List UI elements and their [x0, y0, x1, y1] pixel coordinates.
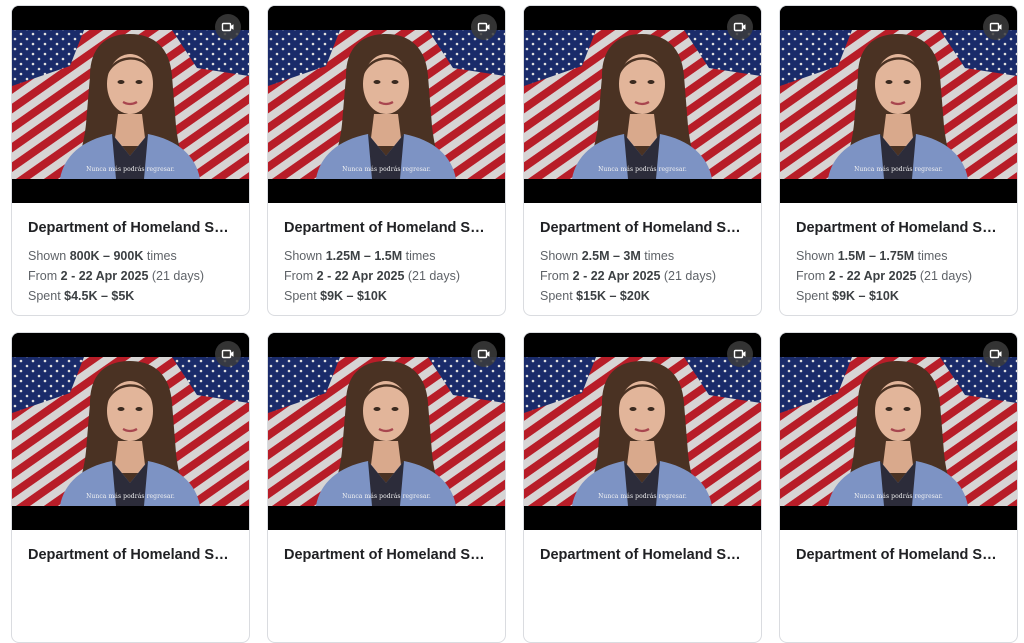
- spend-value: $4.5K – $5K: [64, 289, 135, 303]
- video-thumbnail[interactable]: Nunca más podrás regresar.: [524, 333, 761, 530]
- ad-card[interactable]: Nunca más podrás regresar. Department of…: [267, 332, 506, 643]
- video-subtitle: Nunca más podrás regresar.: [854, 166, 943, 173]
- ad-card-info: Department of Homeland Se...: [12, 530, 249, 563]
- impressions-value: 1.25M – 1.5M: [325, 249, 403, 263]
- ad-title: Department of Homeland Se...: [284, 547, 489, 563]
- video-icon: [727, 14, 753, 40]
- spend-line: Spent $9K – $10K: [284, 289, 387, 303]
- date-range-value: 2 - 22 Apr 2025: [572, 269, 661, 283]
- impressions-line: Shown 2.5M – 3M times: [540, 249, 675, 263]
- video-subtitle: Nunca más podrás regresar.: [598, 166, 687, 173]
- video-subtitle: Nunca más podrás regresar.: [86, 493, 175, 500]
- video-icon: [983, 341, 1009, 367]
- impressions-line: Shown 800K – 900K times: [28, 249, 177, 263]
- video-icon: [215, 341, 241, 367]
- thumbnail-scene: [524, 333, 761, 530]
- date-range-line: From 2 - 22 Apr 2025 (21 days): [796, 269, 973, 283]
- video-subtitle: Nunca más podrás regresar.: [86, 166, 175, 173]
- ad-title: Department of Homeland Se...: [796, 220, 1001, 236]
- video-thumbnail[interactable]: Nunca más podrás regresar.: [12, 333, 249, 530]
- thumbnail-scene: [12, 333, 249, 530]
- spend-value: $9K – $10K: [832, 289, 899, 303]
- ad-card-info: Department of Homeland Se... Shown 1.25M…: [268, 203, 505, 306]
- video-thumbnail[interactable]: Nunca más podrás regresar.: [268, 6, 505, 203]
- video-thumbnail[interactable]: Nunca más podrás regresar.: [780, 6, 1017, 203]
- impressions-line: Shown 1.5M – 1.75M times: [796, 249, 948, 263]
- ad-card-info: Department of Homeland Se... Shown 2.5M …: [524, 203, 761, 306]
- thumbnail-scene: [12, 6, 249, 203]
- ad-card-grid: Nunca más podrás regresar. Department of…: [11, 5, 1018, 643]
- ad-card[interactable]: Nunca más podrás regresar. Department of…: [11, 5, 250, 316]
- video-thumbnail[interactable]: Nunca más podrás regresar.: [780, 333, 1017, 530]
- video-subtitle: Nunca más podrás regresar.: [342, 493, 431, 500]
- ad-card[interactable]: Nunca más podrás regresar. Department of…: [523, 332, 762, 643]
- ad-card-info: Department of Homeland Se... Shown 1.5M …: [780, 203, 1017, 306]
- ad-card-info: Department of Homeland Se...: [268, 530, 505, 563]
- video-subtitle: Nunca más podrás regresar.: [342, 166, 431, 173]
- spend-line: Spent $4.5K – $5K: [28, 289, 135, 303]
- date-range-line: From 2 - 22 Apr 2025 (21 days): [540, 269, 717, 283]
- ad-title: Department of Homeland Se...: [28, 547, 233, 563]
- impressions-value: 1.5M – 1.75M: [837, 249, 915, 263]
- ad-title: Department of Homeland Se...: [796, 547, 1001, 563]
- ad-card[interactable]: Nunca más podrás regresar. Department of…: [779, 5, 1018, 316]
- video-subtitle: Nunca más podrás regresar.: [854, 493, 943, 500]
- thumbnail-scene: [268, 6, 505, 203]
- impressions-value: 800K – 900K: [69, 249, 144, 263]
- ad-title: Department of Homeland Se...: [284, 220, 489, 236]
- date-range-line: From 2 - 22 Apr 2025 (21 days): [284, 269, 461, 283]
- spend-line: Spent $15K – $20K: [540, 289, 650, 303]
- thumbnail-scene: [524, 6, 761, 203]
- impressions-value: 2.5M – 3M: [581, 249, 641, 263]
- ad-card[interactable]: Nunca más podrás regresar. Department of…: [11, 332, 250, 643]
- video-icon: [471, 341, 497, 367]
- date-range-line: From 2 - 22 Apr 2025 (21 days): [28, 269, 205, 283]
- spend-value: $9K – $10K: [320, 289, 387, 303]
- video-thumbnail[interactable]: Nunca más podrás regresar.: [268, 333, 505, 530]
- video-icon: [471, 14, 497, 40]
- thumbnail-scene: [780, 333, 1017, 530]
- ad-card[interactable]: Nunca más podrás regresar. Department of…: [267, 5, 506, 316]
- video-subtitle: Nunca más podrás regresar.: [598, 493, 687, 500]
- ad-card[interactable]: Nunca más podrás regresar. Department of…: [523, 5, 762, 316]
- video-thumbnail[interactable]: Nunca más podrás regresar.: [524, 6, 761, 203]
- ad-title: Department of Homeland Se...: [540, 547, 745, 563]
- ad-title: Department of Homeland Se...: [540, 220, 745, 236]
- thumbnail-scene: [780, 6, 1017, 203]
- video-icon: [727, 341, 753, 367]
- impressions-line: Shown 1.25M – 1.5M times: [284, 249, 436, 263]
- ad-card-info: Department of Homeland Se... Shown 800K …: [12, 203, 249, 306]
- spend-value: $15K – $20K: [576, 289, 650, 303]
- date-range-value: 2 - 22 Apr 2025: [316, 269, 405, 283]
- thumbnail-scene: [268, 333, 505, 530]
- date-range-value: 2 - 22 Apr 2025: [828, 269, 917, 283]
- video-icon: [215, 14, 241, 40]
- ad-card-info: Department of Homeland Se...: [780, 530, 1017, 563]
- ad-card[interactable]: Nunca más podrás regresar. Department of…: [779, 332, 1018, 643]
- video-thumbnail[interactable]: Nunca más podrás regresar.: [12, 6, 249, 203]
- ad-card-info: Department of Homeland Se...: [524, 530, 761, 563]
- video-icon: [983, 14, 1009, 40]
- spend-line: Spent $9K – $10K: [796, 289, 899, 303]
- ad-title: Department of Homeland Se...: [28, 220, 233, 236]
- date-range-value: 2 - 22 Apr 2025: [60, 269, 149, 283]
